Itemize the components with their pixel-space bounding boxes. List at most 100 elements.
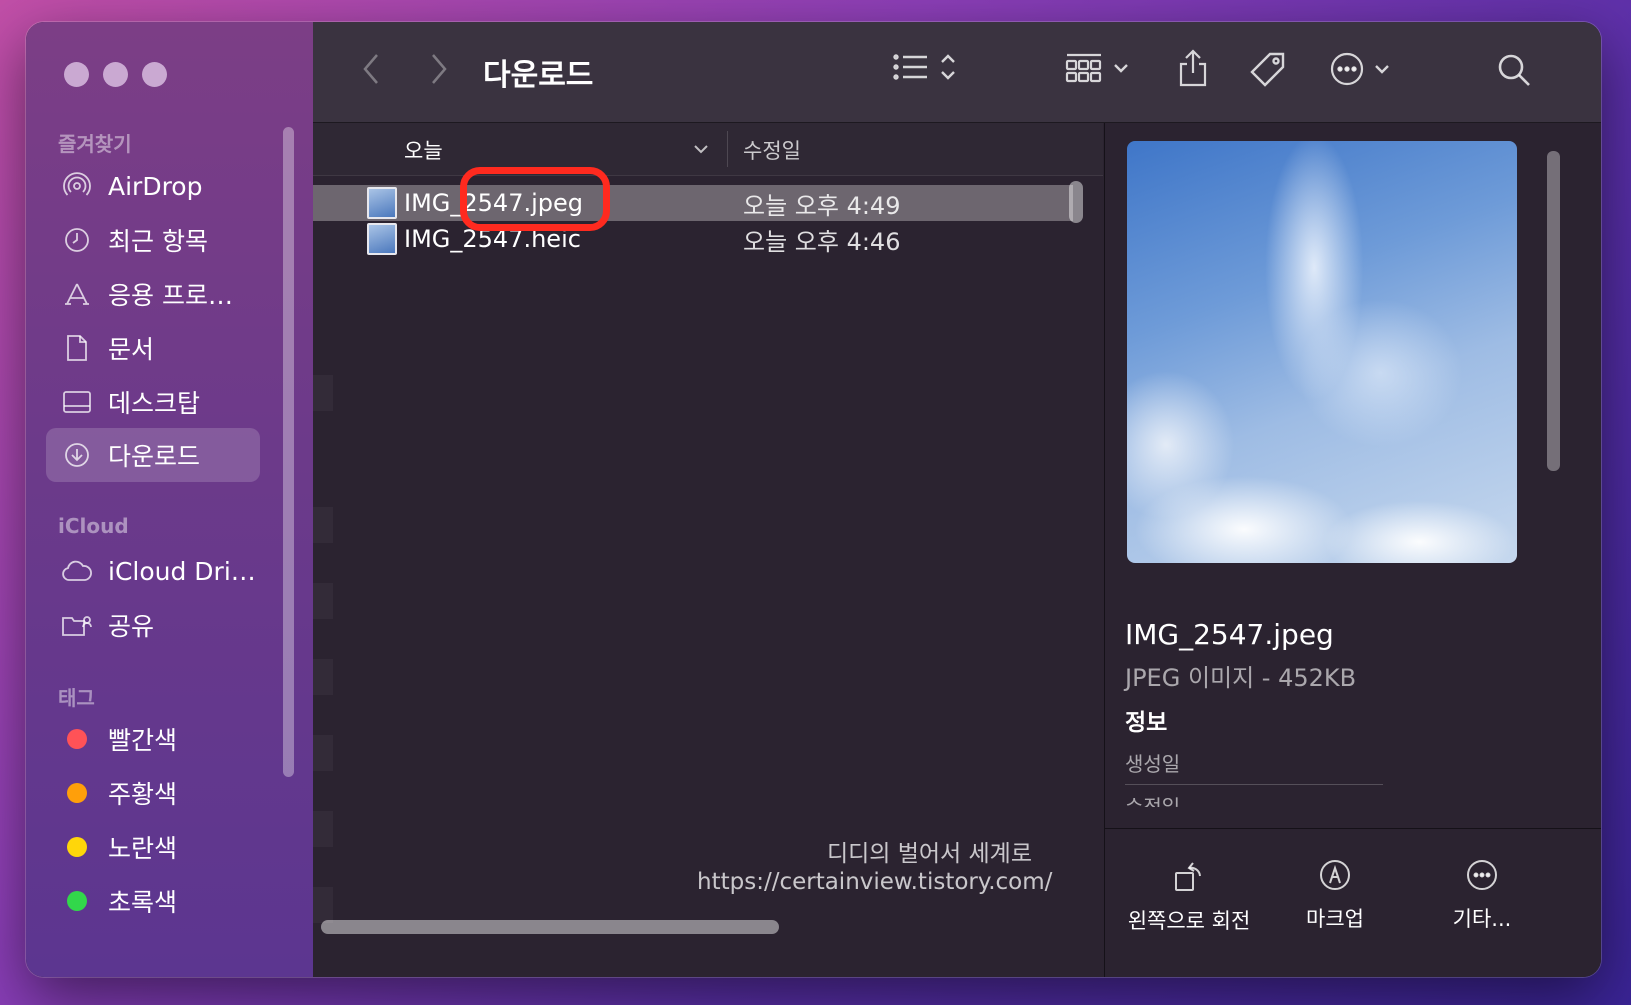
window-title: 다운로드 (483, 58, 594, 93)
desktop-icon (60, 390, 94, 414)
preview-filetype: JPEG 이미지 - 452KB (1125, 664, 1357, 692)
document-icon (60, 334, 94, 362)
watermark-url: https://certainview.tistory.com/ (697, 869, 1053, 895)
row-stripe (313, 811, 333, 847)
share-button[interactable] (1177, 48, 1209, 88)
sidebar-item-label: 데스크탑 (108, 389, 201, 418)
sidebar-item-desktop[interactable]: 데스크탑 (46, 375, 260, 429)
chevron-right-icon (432, 54, 447, 84)
list-view-icon (893, 54, 927, 80)
finder-window: 즐겨찾기 AirDrop 최근 항목 응용 프로… 문서 데스크탑 다운로드 i… (26, 22, 1601, 977)
list-item[interactable]: IMG_2547.jpeg 오늘 오후 4:49 (313, 185, 1073, 221)
list-item[interactable]: IMG_2547.heic 오늘 오후 4:46 (313, 221, 1073, 257)
sidebar-item-label: 최근 항목 (108, 227, 208, 256)
search-button[interactable] (1496, 52, 1532, 88)
chevron-down-icon (1375, 65, 1389, 74)
sidebar-item-label: 초록색 (108, 888, 178, 917)
sidebar-item-downloads[interactable]: 다운로드 (46, 428, 260, 482)
created-label: 생성일 (1125, 752, 1181, 776)
window-controls (64, 62, 167, 87)
sidebar-item-label: 주황색 (108, 780, 178, 809)
red-tag-dot (67, 729, 87, 749)
tag-button[interactable] (1248, 50, 1288, 90)
toolbar: 다운로드 (313, 22, 1601, 123)
sidebar-section-tags: 태그 (58, 686, 95, 710)
row-stripe (313, 583, 333, 619)
updown-chevron-icon (941, 54, 955, 80)
preview-scrollbar[interactable] (1547, 151, 1560, 471)
date-column-header[interactable]: 수정일 (743, 135, 801, 165)
sidebar-item-recents[interactable]: 최근 항목 (46, 213, 260, 267)
sidebar-section-icloud: iCloud (58, 514, 129, 538)
markup-icon (1320, 860, 1350, 890)
sidebar-item-documents[interactable]: 문서 (46, 321, 260, 375)
sidebar-item-label: 빨간색 (108, 726, 178, 755)
action-label: 마크업 (1306, 907, 1364, 931)
sidebar: 즐겨찾기 AirDrop 최근 항목 응용 프로… 문서 데스크탑 다운로드 i… (26, 22, 314, 977)
file-date: 오늘 오후 4:46 (743, 227, 901, 256)
quick-actions-bar: 왼쪽으로 회전 마크업 기타... (1105, 828, 1601, 977)
sidebar-tag-green[interactable]: 초록색 (46, 874, 260, 928)
rotate-left-button[interactable]: 왼쪽으로 회전 (1125, 859, 1253, 935)
image-file-icon (367, 187, 397, 219)
search-icon (1498, 54, 1530, 86)
sidebar-item-label: 노란색 (108, 834, 178, 863)
list-vertical-scrollbar[interactable] (1069, 181, 1083, 223)
sidebar-item-label: 다운로드 (108, 442, 201, 471)
sidebar-scrollbar[interactable] (283, 127, 294, 777)
zoom-window-button[interactable] (142, 62, 167, 87)
action-label: 왼쪽으로 회전 (1127, 909, 1251, 933)
name-column-header[interactable]: 오늘 (404, 135, 443, 165)
sidebar-tag-yellow[interactable]: 노란색 (46, 820, 260, 874)
sidebar-item-label: 문서 (108, 335, 155, 364)
green-tag-dot (67, 891, 87, 911)
rotate-left-icon (1175, 862, 1201, 891)
close-window-button[interactable] (64, 62, 89, 87)
yellow-tag-dot (67, 837, 87, 857)
sidebar-item-label: iCloud Dri… (108, 556, 256, 586)
row-stripe (313, 659, 333, 695)
sidebar-item-label: 응용 프로… (108, 281, 233, 310)
sidebar-tag-orange[interactable]: 주황색 (46, 766, 260, 820)
sidebar-item-airdrop[interactable]: AirDrop (46, 159, 260, 213)
more-actions-button[interactable]: 기타... (1437, 859, 1527, 933)
sidebar-item-label: 공유 (108, 612, 155, 641)
list-horizontal-scrollbar[interactable] (321, 920, 779, 934)
column-divider (727, 131, 728, 167)
row-stripe (313, 507, 333, 543)
sidebar-item-icloud-drive[interactable]: iCloud Dri… (46, 544, 260, 598)
more-circle-icon (1330, 52, 1364, 86)
image-file-icon (367, 223, 397, 255)
sort-chevron-icon[interactable] (693, 143, 709, 155)
tag-icon (1250, 52, 1285, 87)
preview-pane: IMG_2547.jpeg JPEG 이미지 - 452KB 정보 생성일 수정… (1104, 123, 1601, 977)
cloud-icon (60, 560, 94, 582)
more-icon (1467, 860, 1497, 890)
row-stripe (313, 735, 333, 771)
sidebar-tag-red[interactable]: 빨간색 (46, 712, 260, 766)
watermark-title: 디디의 벌어서 세계로 (826, 841, 1032, 867)
row-stripe (313, 887, 333, 923)
info-heading: 정보 (1125, 710, 1168, 736)
back-button[interactable] (361, 52, 381, 86)
grid-group-icon (1065, 53, 1102, 83)
sidebar-item-shared[interactable]: 공유 (46, 598, 260, 652)
action-menu-button[interactable] (1330, 52, 1390, 86)
watermark: 디디의 벌어서 세계로 https://certainview.tistory.… (697, 840, 1053, 896)
view-mode-button[interactable] (893, 52, 957, 82)
shared-folder-icon (60, 612, 94, 638)
minimize-window-button[interactable] (103, 62, 128, 87)
group-button[interactable] (1065, 52, 1129, 84)
airdrop-icon (60, 172, 94, 200)
file-date: 오늘 오후 4:49 (743, 191, 901, 220)
forward-button[interactable] (429, 52, 449, 86)
sidebar-item-label: AirDrop (108, 171, 203, 201)
markup-button[interactable]: 마크업 (1290, 859, 1380, 933)
action-label: 기타... (1452, 907, 1512, 931)
preview-filename: IMG_2547.jpeg (1125, 618, 1334, 651)
chevron-down-icon (1114, 64, 1128, 73)
sidebar-item-applications[interactable]: 응용 프로… (46, 267, 260, 321)
divider (1125, 784, 1383, 785)
image-preview (1127, 141, 1517, 563)
list-header: 오늘 수정일 (313, 123, 1103, 176)
